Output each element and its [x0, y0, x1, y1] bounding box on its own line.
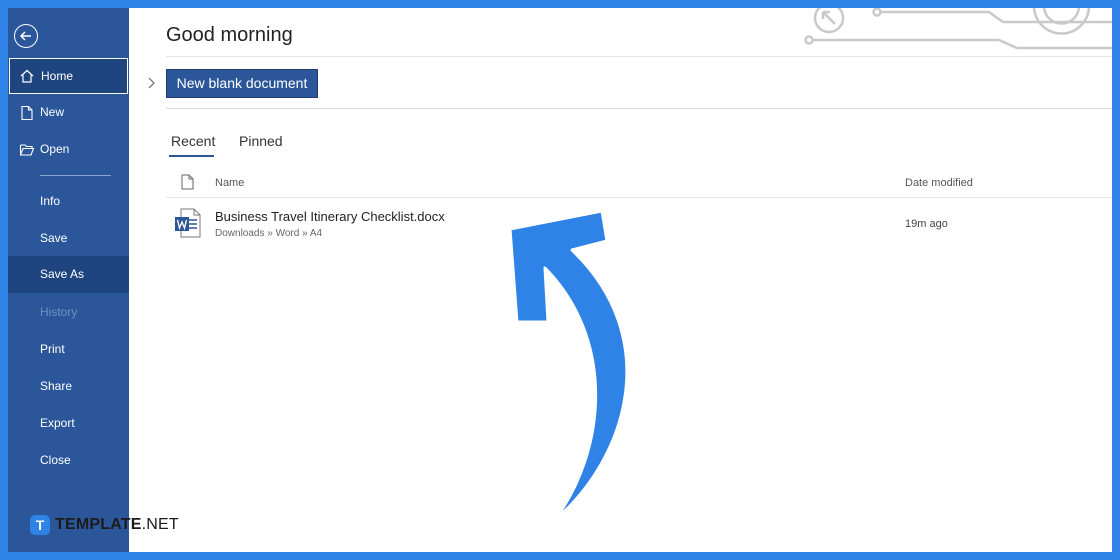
word-backstage-window: Home New Open Info Save Save As History	[8, 8, 1112, 552]
watermark-brand: TEMPLATE	[55, 516, 142, 533]
watermark-suffix: .NET	[141, 516, 179, 533]
curved-arrow-icon	[508, 209, 629, 523]
template-logo-icon: T	[30, 515, 50, 535]
watermark-text: TEMPLATE.NET	[55, 516, 179, 534]
